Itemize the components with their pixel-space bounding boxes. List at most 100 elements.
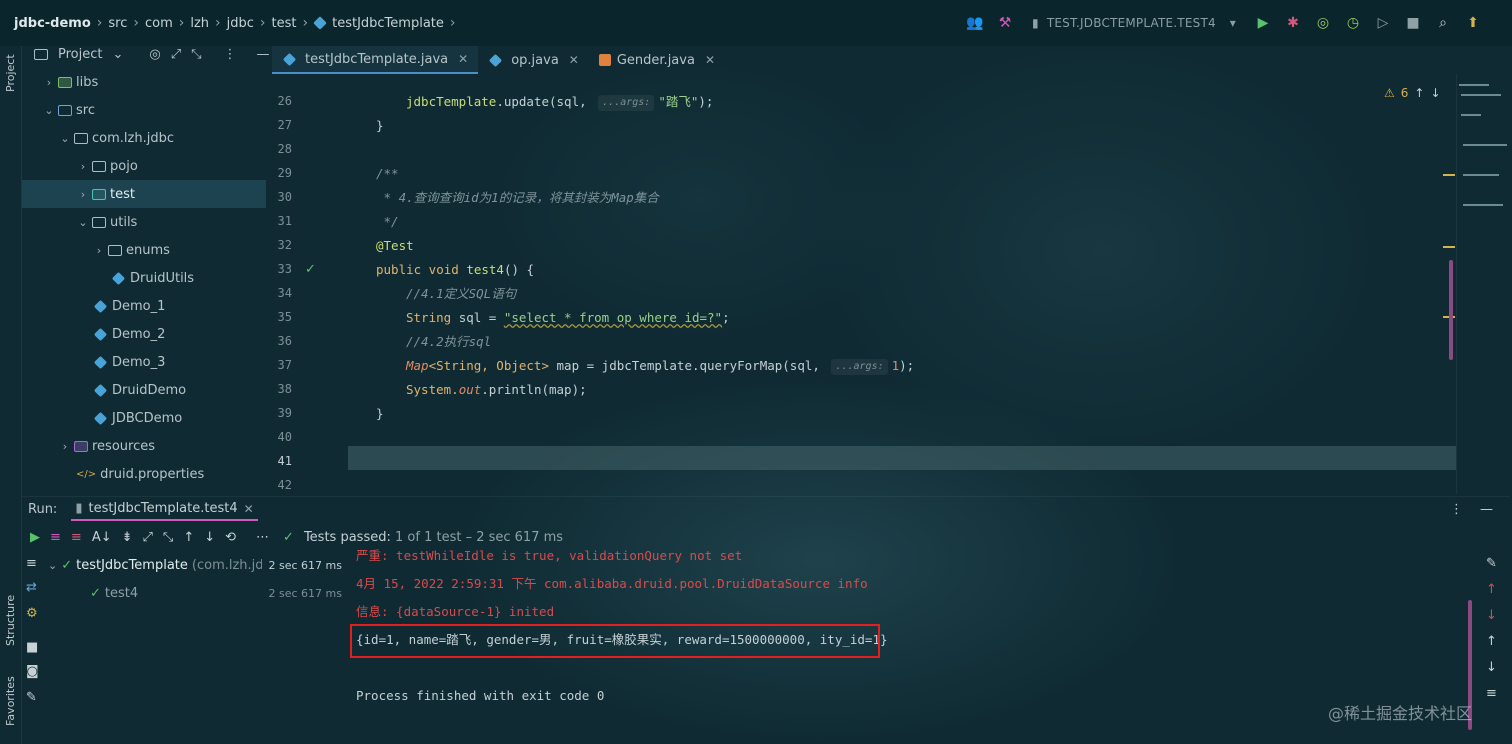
code-line-38: System.out.println(map); <box>406 378 587 402</box>
editor-scrollbar[interactable] <box>1449 260 1453 360</box>
stop-icon[interactable]: ■ <box>26 640 38 655</box>
breadcrumb-com[interactable]: com <box>145 16 173 31</box>
more-icon[interactable]: ⋯ <box>256 530 269 545</box>
enum-icon <box>598 54 611 66</box>
package-icon <box>92 160 106 172</box>
tree-item-demo-3[interactable]: Demo_3 <box>22 348 266 376</box>
tree-item-demo-1[interactable]: Demo_1 <box>22 292 266 320</box>
tab-testjdbctemplate[interactable]: testJdbcTemplate.java ✕ <box>272 46 479 74</box>
search-icon[interactable]: ⌕ <box>1434 14 1452 32</box>
tree-item-jdbcdemo[interactable]: JDBCDemo <box>22 404 266 432</box>
run-test-gutter-icon[interactable]: ✓ <box>305 262 316 277</box>
arrow-up-icon[interactable]: ↑ <box>1486 634 1497 649</box>
more-options-icon[interactable]: ⋮ <box>224 47 237 62</box>
pin-icon[interactable]: ✎ <box>26 690 37 705</box>
tree-item-src[interactable]: ⌄ src <box>22 96 266 124</box>
tree-item-enums[interactable]: › enums <box>22 236 266 264</box>
favorites-tool-tab[interactable]: Favorites <box>4 676 17 726</box>
tree-item-demo-2[interactable]: Demo_2 <box>22 320 266 348</box>
chevron-right-icon[interactable]: › <box>42 76 56 89</box>
inspection-widget[interactable]: ⚠ 6 ↑ ↓ <box>1384 86 1441 100</box>
more-run-icon[interactable]: ▷ <box>1374 14 1392 32</box>
test-suite-row[interactable]: ⌄ ✓ testJdbcTemplate (com.lzh.jdbc 2 sec… <box>48 552 342 578</box>
breadcrumb: jdbc-demo › src › com › lzh › jdbc › tes… <box>14 15 456 31</box>
more-options-icon[interactable]: ⋮ <box>1450 502 1463 517</box>
chevron-down-icon[interactable]: ⌄ <box>48 559 57 572</box>
close-icon[interactable]: ✕ <box>458 52 468 66</box>
breadcrumb-test[interactable]: test <box>272 16 297 31</box>
close-icon[interactable]: ✕ <box>244 502 254 516</box>
settings-icon[interactable]: ⚙ <box>26 606 38 621</box>
run-configuration-select[interactable]: ▮ TEST.JDBCTEMPLATE.TEST4 ▾ <box>1026 16 1242 30</box>
expand-icon[interactable]: ⤢ <box>171 47 181 62</box>
sort-alpha-icon[interactable]: A↓ <box>92 530 112 545</box>
stop-icon[interactable]: ■ <box>1404 14 1422 32</box>
tree-item-druiddemo[interactable]: DruidDemo <box>22 376 266 404</box>
chevron-right-icon[interactable]: › <box>92 244 106 257</box>
tab-op-java[interactable]: op.java ✕ <box>478 46 589 74</box>
code-editor[interactable]: jdbcTemplate.update(sql, ...args: "踏飞"); … <box>348 74 1454 494</box>
tree-item-resources[interactable]: › resources <box>22 432 266 460</box>
structure-tool-tab[interactable]: Structure <box>4 595 17 646</box>
chevron-down-icon[interactable]: ⌄ <box>42 104 56 117</box>
arrow-down-icon[interactable]: ↓ <box>204 530 215 545</box>
breadcrumb-class[interactable]: testJdbcTemplate <box>332 16 444 31</box>
users-icon[interactable]: 👥 <box>966 14 984 32</box>
breadcrumb-jdbc[interactable]: jdbc <box>227 16 254 31</box>
collapse-icon[interactable]: ⤡ <box>163 530 173 545</box>
close-icon[interactable]: ✕ <box>705 53 715 67</box>
soft-wrap-icon[interactable]: ≡ <box>26 556 37 571</box>
breadcrumb-src[interactable]: src <box>108 16 127 31</box>
rerun-icon[interactable]: ▶ <box>30 530 40 545</box>
chevron-down-icon[interactable]: ⌄ <box>76 216 90 229</box>
coverage-icon[interactable]: ◎ <box>1314 14 1332 32</box>
chevron-down-icon[interactable]: ⌄ <box>112 47 123 62</box>
run-tab[interactable]: ▮ testJdbcTemplate.test4 ✕ <box>71 498 258 521</box>
arrow-up-icon[interactable]: ↑ <box>1414 86 1424 100</box>
debug-icon[interactable]: ✱ <box>1284 14 1302 32</box>
hide-panel-icon[interactable]: — <box>257 47 270 62</box>
arrow-up-icon[interactable]: ↑ <box>183 530 194 545</box>
update-icon[interactable]: ⬆ <box>1464 14 1482 32</box>
profile-icon[interactable]: ◷ <box>1344 14 1362 32</box>
breadcrumb-project[interactable]: jdbc-demo <box>14 16 91 31</box>
chevron-right-icon[interactable]: › <box>76 188 90 201</box>
target-icon[interactable]: ◎ <box>149 47 160 62</box>
chevron-right-icon[interactable]: › <box>58 440 72 453</box>
sort-duration-icon[interactable]: ⇟ <box>122 530 133 545</box>
collapse-icon[interactable]: ⤡ <box>191 47 201 62</box>
show-ignored-icon[interactable]: ≡ <box>71 530 82 545</box>
close-icon[interactable]: ✕ <box>569 53 579 67</box>
hide-panel-icon[interactable]: — <box>1480 502 1493 517</box>
tree-item-com-lzh-jdbc[interactable]: ⌄ com.lzh.jdbc <box>22 124 266 152</box>
arrow-down-icon[interactable]: ↓ <box>1486 608 1497 623</box>
console-output[interactable]: 严重: testWhileIdle is true, validationQue… <box>344 548 1474 744</box>
tree-item-pojo[interactable]: › pojo <box>22 152 266 180</box>
run-icon[interactable]: ▶ <box>1254 14 1272 32</box>
project-panel-title[interactable]: Project <box>58 47 102 62</box>
tab-gender-java[interactable]: Gender.java ✕ <box>589 46 725 74</box>
swap-icon[interactable]: ⇄ <box>26 580 37 595</box>
soft-wrap-icon[interactable]: ≡ <box>1486 686 1497 701</box>
chevron-right-icon[interactable]: › <box>76 160 90 173</box>
show-passed-icon[interactable]: ≡ <box>50 530 61 545</box>
build-hammer-icon[interactable]: ⚒ <box>996 14 1014 32</box>
arrow-up-icon[interactable]: ↑ <box>1486 582 1497 597</box>
tree-item-utils[interactable]: ⌄ utils <box>22 208 266 236</box>
tree-item-test[interactable]: › test <box>22 180 266 208</box>
arrow-down-icon[interactable]: ↓ <box>1430 86 1440 100</box>
chevron-down-icon[interactable]: ⌄ <box>58 132 72 145</box>
history-icon[interactable]: ⟲ <box>225 530 236 545</box>
editor-minimap[interactable] <box>1443 74 1510 494</box>
arrow-down-icon[interactable]: ↓ <box>1486 660 1497 675</box>
camera-icon[interactable]: ◙ <box>26 664 39 679</box>
tree-item-libs[interactable]: › libs <box>22 68 266 96</box>
clear-icon[interactable]: ✎ <box>1486 556 1497 571</box>
code-token: "踏飞" <box>658 94 699 109</box>
tree-item-druidutils[interactable]: DruidUtils <box>22 264 266 292</box>
test-case-row[interactable]: ✓ test4 2 sec 617 ms <box>48 580 342 606</box>
expand-icon[interactable]: ⤢ <box>143 530 153 545</box>
breadcrumb-lzh[interactable]: lzh <box>190 16 209 31</box>
tree-item-druid-properties[interactable]: </> druid.properties <box>22 460 266 488</box>
project-tool-tab[interactable]: Project <box>4 54 17 92</box>
